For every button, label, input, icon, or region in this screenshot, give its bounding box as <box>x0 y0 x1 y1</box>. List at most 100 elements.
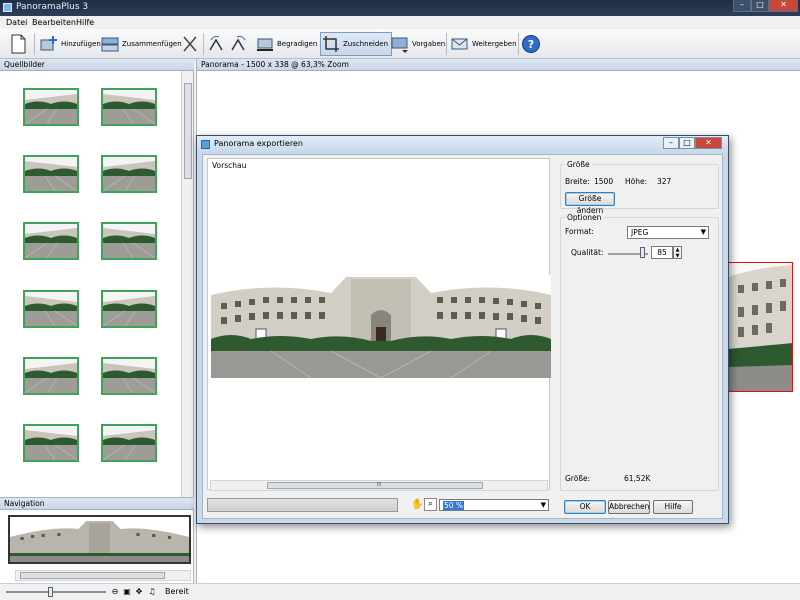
add-images-icon <box>39 34 59 54</box>
share-icon <box>450 34 470 54</box>
maximize-button[interactable]: □ <box>751 0 769 12</box>
source-image-thumbnail[interactable] <box>101 155 157 193</box>
quality-label: Qualität: <box>571 248 604 257</box>
svg-text:?: ? <box>528 38 534 51</box>
dialog-maximize-button[interactable]: □ <box>679 137 695 149</box>
zoom-value: 50 % <box>443 501 465 510</box>
minimize-button[interactable]: – <box>733 0 751 12</box>
source-image-thumbnail[interactable] <box>101 424 157 462</box>
chevron-down-icon: ▼ <box>540 501 546 509</box>
status-bar: ⊖ ▣ ✥ ♫ Bereit <box>0 583 800 600</box>
quality-input[interactable]: 85 <box>651 246 673 259</box>
app-icon <box>3 3 12 12</box>
fit-icon[interactable]: ▣ <box>122 587 132 597</box>
dialog-title-bar: Panorama exportieren – □ ✕ <box>197 136 728 153</box>
hand-icon[interactable]: ♫ <box>147 587 157 597</box>
toolbar: Hinzufügen Zusammenfügen Begradigen Zusc… <box>0 29 800 59</box>
source-image-thumbnail[interactable] <box>101 290 157 328</box>
width-value: 1500 <box>594 177 614 186</box>
quality-spinner[interactable]: ▲ ▼ <box>673 246 682 259</box>
hand-icon[interactable]: ✋ <box>411 499 423 511</box>
share-button[interactable]: Weitergeben <box>450 32 517 56</box>
quality-value: 85 <box>657 248 667 257</box>
presets-button[interactable]: Vorgaben <box>390 32 445 56</box>
preview-area: Vorschau ⦙⦙⦙ <box>207 158 551 491</box>
dialog-minimize-button[interactable]: – <box>663 137 679 149</box>
source-image-thumbnail[interactable] <box>101 222 157 260</box>
crop-icon <box>321 34 341 54</box>
source-image-thumbnail[interactable] <box>101 357 157 395</box>
format-value: JPEG <box>631 228 649 237</box>
zoom-slider-track[interactable] <box>6 591 106 593</box>
source-images-header: Quellbilder <box>0 59 194 71</box>
zoom-out-icon[interactable]: ⊖ <box>110 587 120 597</box>
height-label: Höhe: <box>625 177 648 186</box>
zoom-slider-knob[interactable] <box>48 587 53 597</box>
panorama-canvas-crop[interactable] <box>727 262 793 392</box>
presets-label: Vorgaben <box>412 40 446 48</box>
dialog-close-button[interactable]: ✕ <box>695 137 722 149</box>
merge-label: Zusammenfügen <box>122 40 182 48</box>
export-dialog: Panorama exportieren – □ ✕ Vorschau ⦙⦙⦙ … <box>196 135 729 524</box>
preview-scrollbar[interactable]: ⦙⦙⦙ <box>210 480 548 491</box>
dialog-title: Panorama exportieren <box>214 139 303 148</box>
navigation-pane: Navigation <box>0 497 194 583</box>
ok-button[interactable]: OK <box>564 500 606 514</box>
resize-button[interactable]: Größe ändern <box>565 192 615 215</box>
rotate-right-icon <box>229 34 249 54</box>
quality-slider-knob[interactable] <box>640 247 645 258</box>
zoom-select[interactable]: 50 % ▼ <box>439 499 549 511</box>
cut-button[interactable] <box>180 32 200 56</box>
preview-scroll-thumb[interactable] <box>267 482 483 489</box>
vertical-scrollbar[interactable] <box>181 71 193 497</box>
filesize-label: Größe: <box>565 474 591 483</box>
new-button[interactable] <box>8 32 28 56</box>
preview-image <box>211 275 551 378</box>
scrollbar-thumb[interactable] <box>184 83 192 179</box>
help-button[interactable]: ? <box>521 32 541 56</box>
options-group-label: Optionen <box>565 213 604 222</box>
source-image-thumbnail[interactable] <box>23 88 79 126</box>
height-value: 327 <box>657 177 672 186</box>
window-title: PanoramaPlus 3 <box>16 2 89 12</box>
merge-button[interactable]: Zusammenfügen <box>100 32 182 56</box>
menu-hilfe[interactable]: Hilfe <box>76 18 94 27</box>
rotate-right-button[interactable] <box>229 32 249 56</box>
zoom-in-icon[interactable]: ✥ <box>134 587 144 597</box>
straighten-button[interactable]: Begradigen <box>255 32 317 56</box>
navigation-scroll-thumb[interactable] <box>20 572 165 579</box>
size-group-label: Größe <box>565 160 592 169</box>
panorama-header: Panorama - 1500 x 338 @ 63,3% Zoom <box>197 59 800 71</box>
menu-datei[interactable]: Datei <box>6 18 27 27</box>
navigation-preview[interactable] <box>8 515 191 564</box>
navigation-scrollbar[interactable] <box>15 570 191 581</box>
status-text: Bereit <box>165 587 189 596</box>
close-button[interactable]: ✕ <box>769 0 798 12</box>
add-label: Hinzufügen <box>61 40 101 48</box>
cut-icon <box>180 34 200 54</box>
source-image-thumbnail[interactable] <box>23 155 79 193</box>
search-icon[interactable]: ⌕ <box>424 498 437 511</box>
format-select[interactable]: JPEG ▼ <box>627 226 709 239</box>
title-bar: PanoramaPlus 3 – □ ✕ <box>0 0 800 16</box>
straighten-icon <box>255 34 275 54</box>
source-image-thumbnail[interactable] <box>23 424 79 462</box>
rotate-left-button[interactable] <box>207 32 227 56</box>
cancel-button[interactable]: Abbrechen <box>608 500 650 514</box>
source-image-thumbnail[interactable] <box>23 290 79 328</box>
thumbnail-list <box>0 71 181 497</box>
help-dialog-button[interactable]: Hilfe <box>653 500 693 514</box>
source-image-thumbnail[interactable] <box>23 357 79 395</box>
preview-label: Vorschau <box>212 161 247 170</box>
add-button[interactable]: Hinzufügen <box>39 32 101 56</box>
navigation-header: Navigation <box>0 498 194 510</box>
progress-bar <box>207 498 398 512</box>
dialog-icon <box>201 140 210 149</box>
source-image-thumbnail[interactable] <box>101 88 157 126</box>
crop-button[interactable]: Zuschneiden <box>320 32 393 56</box>
presets-icon <box>390 34 410 54</box>
menu-bearbeiten[interactable]: Bearbeiten <box>32 18 76 27</box>
rotate-left-icon <box>207 34 227 54</box>
source-image-thumbnail[interactable] <box>23 222 79 260</box>
menu-bar: Datei Bearbeiten Hilfe <box>0 16 800 29</box>
